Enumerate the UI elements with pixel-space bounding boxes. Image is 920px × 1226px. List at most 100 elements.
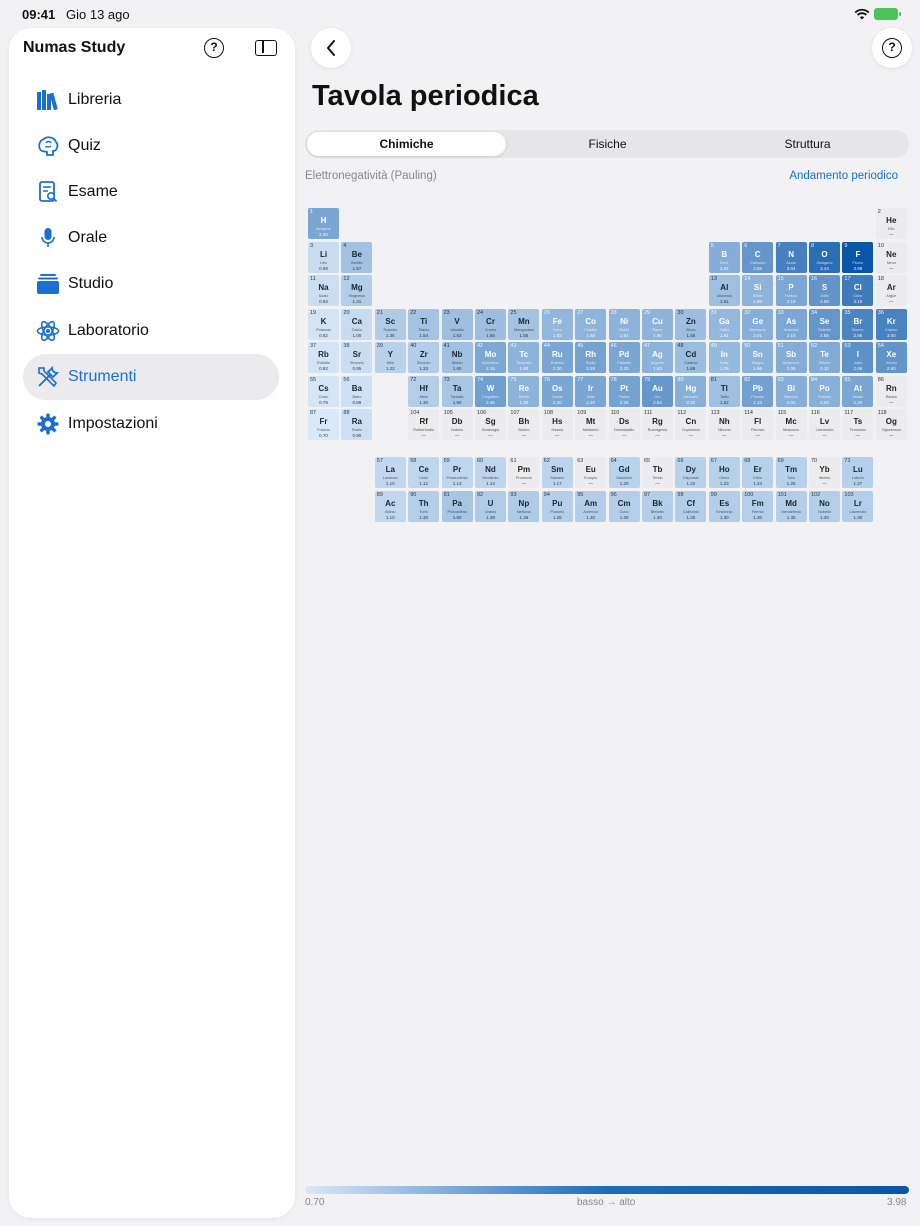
element-cell-c[interactable]: 6 C Carbonio 2.55 (742, 241, 774, 273)
element-cell-ho[interactable]: 67 Ho Olmio 1.23 (708, 457, 740, 488)
element-cell-no[interactable]: 102 No Nobelio 1.30 (809, 490, 840, 522)
element-cell-es[interactable]: 99 Es Einsteinio 1.30 (708, 490, 740, 522)
element-cell-bi[interactable]: 83 Bi Bismuto 2.02 (775, 375, 807, 407)
element-cell-rn[interactable]: 86 Rn Radon — (875, 375, 907, 407)
sidebar-item-esame[interactable]: Esame (23, 169, 279, 215)
element-cell-mn[interactable]: 25 Mn Manganese 1.55 (508, 308, 540, 340)
sidebar-item-orale[interactable]: Orale (23, 215, 279, 261)
element-cell-au[interactable]: 79 Au Oro 2.54 (642, 375, 673, 407)
element-cell-na[interactable]: 11 Na Sodio 0.93 (308, 275, 339, 306)
element-cell-i[interactable]: 53 I Iodio 2.66 (842, 342, 874, 373)
element-cell-fr[interactable]: 87 Fr Francio 0.70 (308, 409, 339, 440)
element-cell-cn[interactable]: 112 Cn Copernicio — (675, 409, 707, 440)
element-cell-o[interactable]: 8 O Ossigeno 3.44 (809, 241, 840, 273)
element-cell-sb[interactable]: 51 Sb Antimonio 2.05 (775, 342, 807, 373)
element-cell-sg[interactable]: 106 Sg Seaborgio — (475, 409, 506, 440)
element-cell-cr[interactable]: 24 Cr Cromo 1.66 (475, 308, 506, 340)
element-cell-pa[interactable]: 91 Pa Protoattinio 1.50 (441, 490, 473, 522)
element-cell-y[interactable]: 39 Y Ittrio 1.22 (374, 342, 406, 373)
element-cell-pb[interactable]: 82 Pb Piombo 2.33 (742, 375, 774, 407)
element-cell-u[interactable]: 92 U Uranio 1.38 (475, 490, 506, 522)
element-cell-hg[interactable]: 80 Hg Mercurio 2.00 (675, 375, 707, 407)
element-cell-sm[interactable]: 62 Sm Samario 1.17 (541, 457, 573, 488)
element-cell-rb[interactable]: 37 Rb Rubidio 0.82 (308, 342, 339, 373)
element-cell-lv[interactable]: 116 Lv Livermorio — (809, 409, 840, 440)
element-cell-se[interactable]: 34 Se Selenio 2.55 (809, 308, 840, 340)
element-cell-am[interactable]: 95 Am Americio 1.30 (575, 490, 607, 522)
element-cell-si[interactable]: 14 Si Silicio 1.90 (742, 275, 774, 306)
element-cell-eu[interactable]: 63 Eu Europio — (575, 457, 607, 488)
element-cell-cs[interactable]: 55 Cs Cesio 0.79 (308, 375, 339, 407)
element-cell-sc[interactable]: 21 Sc Scandio 1.36 (374, 308, 406, 340)
element-cell-b[interactable]: 5 B Boro 2.04 (708, 241, 740, 273)
element-cell-np[interactable]: 93 Np Nettunio 1.36 (508, 490, 540, 522)
element-cell-rh[interactable]: 45 Rh Rodio 2.28 (575, 342, 607, 373)
element-cell-hs[interactable]: 108 Hs Hassio — (541, 409, 573, 440)
sidebar-item-laboratorio[interactable]: Laboratorio (23, 308, 279, 354)
element-cell-li[interactable]: 3 Li Litio 0.98 (308, 241, 339, 273)
element-cell-yb[interactable]: 70 Yb Itterbio — (809, 457, 840, 488)
element-cell-mt[interactable]: 109 Mt Meitnerio — (575, 409, 607, 440)
element-cell-ba[interactable]: 56 Ba Bario 0.89 (341, 375, 373, 407)
element-cell-co[interactable]: 27 Co Cobalto 1.88 (575, 308, 607, 340)
tab-fisiche[interactable]: Fisiche (508, 132, 707, 156)
element-cell-tm[interactable]: 69 Tm Tulio 1.25 (775, 457, 807, 488)
element-cell-zr[interactable]: 40 Zr Zirconio 1.33 (408, 342, 440, 373)
element-cell-in[interactable]: 49 In Indio 1.78 (708, 342, 740, 373)
element-cell-lu[interactable]: 71 Lu Lutezio 1.27 (842, 457, 874, 488)
element-cell-rg[interactable]: 111 Rg Roentgenio — (642, 409, 673, 440)
element-cell-n[interactable]: 7 N Azoto 3.04 (775, 241, 807, 273)
element-cell-k[interactable]: 19 K Potassio 0.82 (308, 308, 339, 340)
element-cell-f[interactable]: 9 F Fluoro 3.98 (842, 241, 874, 273)
element-cell-nh[interactable]: 113 Nh Nihonio — (708, 409, 740, 440)
element-cell-ge[interactable]: 32 Ge Germanio 2.01 (742, 308, 774, 340)
back-button[interactable] (311, 28, 351, 68)
element-cell-al[interactable]: 13 Al Alluminio 1.61 (708, 275, 740, 306)
element-cell-cm[interactable]: 96 Cm Curio 1.30 (608, 490, 640, 522)
element-cell-h[interactable]: 1 H Idrogeno 2.20 (308, 208, 339, 239)
element-cell-pm[interactable]: 61 Pm Promezio — (508, 457, 540, 488)
element-cell-ce[interactable]: 58 Ce Cerio 1.12 (408, 457, 440, 488)
element-cell-ag[interactable]: 47 Ag Argento 1.93 (642, 342, 673, 373)
element-cell-rf[interactable]: 104 Rf Rutherfordio — (408, 409, 440, 440)
element-cell-sn[interactable]: 50 Sn Stagno 1.96 (742, 342, 774, 373)
element-cell-he[interactable]: 2 He Elio — (875, 208, 907, 239)
element-cell-po[interactable]: 84 Po Polonio 2.00 (809, 375, 840, 407)
element-cell-tb[interactable]: 65 Tb Terbio — (642, 457, 673, 488)
sidebar-item-impostazioni[interactable]: Impostazioni (23, 401, 279, 447)
element-cell-dy[interactable]: 66 Dy Disprosio 1.22 (675, 457, 707, 488)
element-cell-pd[interactable]: 46 Pd Palladio 2.20 (608, 342, 640, 373)
element-cell-p[interactable]: 15 P Fosforo 2.19 (775, 275, 807, 306)
element-cell-er[interactable]: 68 Er Erbio 1.24 (742, 457, 774, 488)
element-cell-fe[interactable]: 26 Fe Ferro 1.83 (541, 308, 573, 340)
element-cell-hf[interactable]: 72 Hf Afnio 1.30 (408, 375, 440, 407)
element-cell-mg[interactable]: 12 Mg Magnesio 1.31 (341, 275, 373, 306)
trend-link[interactable]: Andamento periodico (789, 170, 898, 182)
element-cell-ac[interactable]: 89 Ac Attinio 1.10 (374, 490, 406, 522)
element-cell-kr[interactable]: 36 Kr Kripton 3.00 (875, 308, 907, 340)
element-cell-w[interactable]: 74 W Tungsteno 2.36 (475, 375, 506, 407)
element-cell-la[interactable]: 57 La Lantanio 1.10 (374, 457, 406, 488)
sidebar-help-button[interactable]: ? (204, 38, 224, 58)
element-cell-th[interactable]: 90 Th Torio 1.30 (408, 490, 440, 522)
element-cell-db[interactable]: 105 Db Dubnio — (441, 409, 473, 440)
element-cell-s[interactable]: 16 S Zolfo 2.58 (809, 275, 840, 306)
element-cell-mc[interactable]: 115 Mc Moscovio — (775, 409, 807, 440)
element-cell-ds[interactable]: 110 Ds Darmstadtio — (608, 409, 640, 440)
element-cell-sr[interactable]: 38 Sr Stronzio 0.95 (341, 342, 373, 373)
element-cell-fl[interactable]: 114 Fl Flerovio — (742, 409, 774, 440)
element-cell-tc[interactable]: 43 Tc Tecnezio 1.90 (508, 342, 540, 373)
element-cell-ts[interactable]: 117 Ts Tennesso — (842, 409, 874, 440)
element-cell-ra[interactable]: 88 Ra Radio 0.90 (341, 409, 373, 440)
element-cell-ca[interactable]: 20 Ca Calcio 1.00 (341, 308, 373, 340)
element-cell-v[interactable]: 23 V Vanadio 1.63 (441, 308, 473, 340)
element-cell-xe[interactable]: 54 Xe Xenon 2.60 (875, 342, 907, 373)
element-cell-cu[interactable]: 29 Cu Rame 1.90 (642, 308, 673, 340)
sidebar-item-quiz[interactable]: Quiz (23, 123, 279, 169)
element-cell-ru[interactable]: 44 Ru Rutenio 2.20 (541, 342, 573, 373)
element-cell-ti[interactable]: 22 Ti Titanio 1.54 (408, 308, 440, 340)
element-cell-gd[interactable]: 64 Gd Gadolinio 1.20 (608, 457, 640, 488)
element-cell-te[interactable]: 52 Te Tellurio 2.10 (809, 342, 840, 373)
tab-struttura[interactable]: Struttura (708, 132, 907, 156)
element-cell-bh[interactable]: 107 Bh Bohrio — (508, 409, 540, 440)
